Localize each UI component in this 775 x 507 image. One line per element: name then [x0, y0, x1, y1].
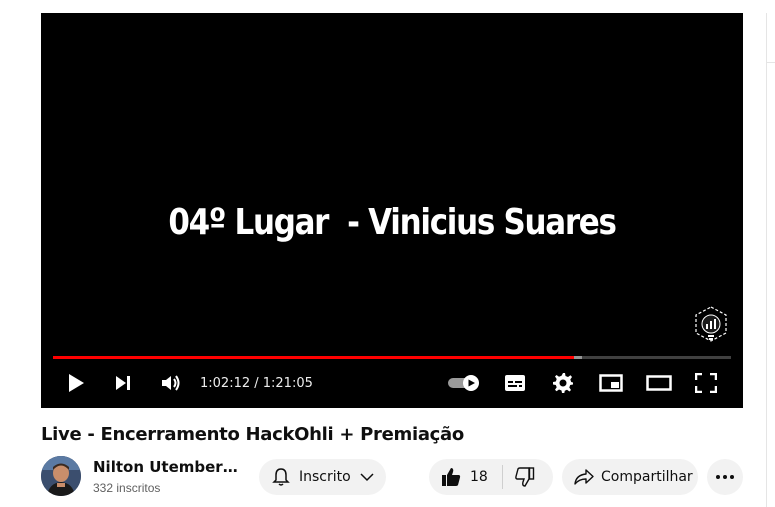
like-dislike-group: 18: [429, 459, 553, 495]
gear-icon: [553, 373, 573, 393]
channel-avatar[interactable]: [41, 456, 81, 496]
volume-button[interactable]: [159, 368, 183, 398]
play-button[interactable]: [63, 368, 89, 398]
subscribed-label: Inscrito: [299, 469, 351, 485]
volume-icon: [162, 375, 180, 391]
thumbs-down-icon: [515, 467, 535, 487]
share-label: Compartilhar: [601, 469, 693, 485]
settings-button[interactable]: [550, 368, 576, 398]
miniplayer-icon: [599, 374, 623, 392]
progress-bar[interactable]: [53, 356, 731, 359]
next-button[interactable]: [111, 368, 135, 398]
subscribed-button[interactable]: Inscrito: [259, 459, 386, 495]
fullscreen-icon: [695, 373, 717, 393]
autoplay-toggle-icon: [448, 375, 479, 391]
theater-mode-icon: [646, 375, 672, 391]
fullscreen-button[interactable]: [693, 368, 719, 398]
like-count: 18: [470, 469, 488, 485]
video-title: Live - Encerramento HackOhli + Premiação: [41, 424, 464, 445]
avatar-image: [41, 456, 81, 496]
dislike-button[interactable]: [503, 459, 551, 495]
share-icon: [574, 468, 594, 486]
sidebar-divider: [766, 62, 775, 63]
video-player[interactable]: 04º Lugar - Vinicius Suares 1:02:12 / 1:…: [41, 13, 743, 408]
sidebar-border: [766, 13, 767, 507]
more-actions-button[interactable]: [707, 459, 743, 495]
captions-button[interactable]: [502, 368, 528, 398]
captions-icon: [505, 375, 525, 391]
controls-gradient: [41, 338, 743, 408]
video-overlay-text: 04º Lugar - Vinicius Suares: [168, 202, 617, 243]
channel-name[interactable]: Nilton Utembergu...: [93, 458, 238, 476]
progress-played: [53, 356, 575, 359]
share-button[interactable]: Compartilhar: [562, 459, 698, 495]
theater-mode-button[interactable]: [644, 368, 674, 398]
more-icon: [716, 475, 734, 479]
chevron-down-icon: [360, 472, 374, 482]
subscriber-count: 332 inscritos: [93, 481, 161, 495]
bell-icon: [272, 467, 290, 487]
next-icon: [116, 376, 130, 390]
thumbs-up-icon: [441, 467, 461, 487]
miniplayer-button[interactable]: [597, 368, 625, 398]
time-display: 1:02:12 / 1:21:05: [200, 376, 313, 391]
autoplay-toggle[interactable]: [446, 368, 482, 398]
like-button[interactable]: 18: [429, 459, 502, 495]
play-icon: [69, 374, 84, 392]
